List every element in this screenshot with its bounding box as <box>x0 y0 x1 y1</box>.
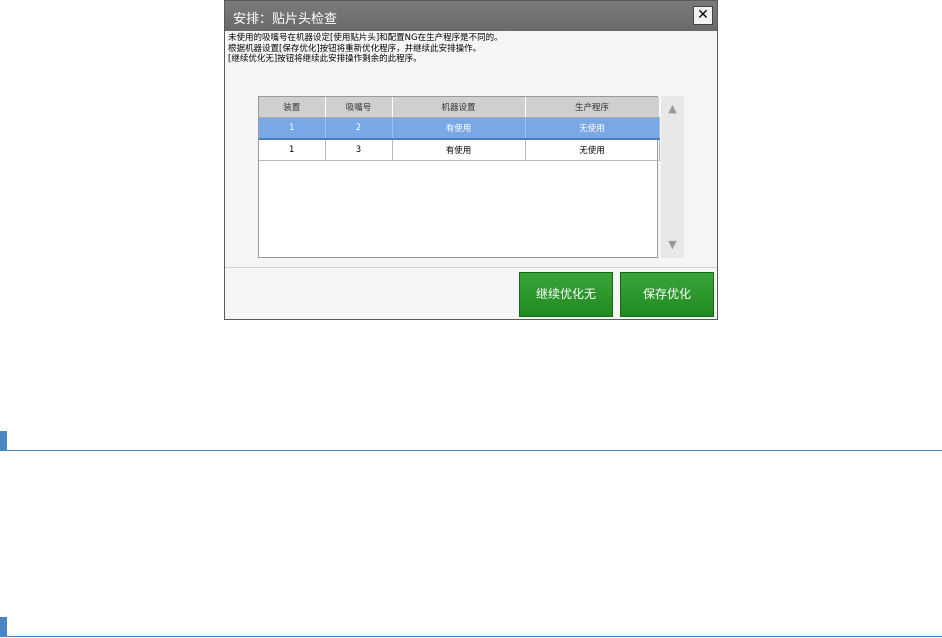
section-divider <box>0 431 942 451</box>
table-scrollbar[interactable]: ▲ ▼ <box>661 96 684 258</box>
title-bar: 安排：贴片头检查 ✕ <box>225 1 717 31</box>
cell-nozzle: 2 <box>325 117 393 140</box>
divider-line <box>0 450 942 451</box>
cell-production-program: 无使用 <box>525 139 660 161</box>
divider-line <box>0 636 942 637</box>
section-marker <box>0 431 7 451</box>
column-header-nozzle[interactable]: 吸嘴号 <box>325 97 393 118</box>
dialog-footer: 继续优化无 保存优化 <box>225 267 717 321</box>
pickup-head-check-dialog: 安排：贴片头检查 ✕ 未使用的吸嘴号在机器设定[使用贴片头]和配置NG在生产程序… <box>224 0 718 320</box>
arrow-up-icon: ▲ <box>668 102 677 115</box>
column-header-production-program[interactable]: 生产程序 <box>525 97 660 118</box>
column-header-machine-setting[interactable]: 机器设置 <box>392 97 526 118</box>
close-icon: ✕ <box>697 7 709 23</box>
table-header-row: 装置 吸嘴号 机器设置 生产程序 <box>259 97 660 118</box>
continue-without-optimize-button[interactable]: 继续优化无 <box>519 272 613 317</box>
cell-production-program: 无使用 <box>525 117 660 140</box>
message-text: 未使用的吸嘴号在机器设定[使用贴片头]和配置NG在生产程序是不同的。 根据机器设… <box>228 33 503 65</box>
scroll-down-button[interactable]: ▼ <box>661 234 684 256</box>
close-button[interactable]: ✕ <box>693 6 713 25</box>
cell-device: 1 <box>259 139 326 161</box>
table-row[interactable]: 1 3 有使用 无使用 <box>259 139 660 161</box>
dialog-title: 安排：贴片头检查 <box>233 12 338 27</box>
table-row[interactable]: 1 2 有使用 无使用 <box>259 117 660 140</box>
section-divider <box>0 617 942 637</box>
save-optimize-button[interactable]: 保存优化 <box>620 272 714 317</box>
message-line: 未使用的吸嘴号在机器设定[使用贴片头]和配置NG在生产程序是不同的。 <box>228 33 503 43</box>
scroll-up-button[interactable]: ▲ <box>661 98 684 120</box>
cell-nozzle: 3 <box>325 139 393 161</box>
column-header-device[interactable]: 装置 <box>259 97 326 118</box>
arrow-down-icon: ▼ <box>668 238 677 251</box>
cell-machine-setting: 有使用 <box>392 139 526 161</box>
nozzle-table: 装置 吸嘴号 机器设置 生产程序 1 2 有使用 无使用 1 3 有使用 无使用 <box>258 96 660 258</box>
cell-device: 1 <box>259 117 326 140</box>
message-line: 根据机器设置[保存优化]按钮将重新优化程序，并继续此安排操作。 <box>228 43 482 54</box>
cell-machine-setting: 有使用 <box>392 117 526 140</box>
section-marker <box>0 617 7 637</box>
message-line: [继续优化无]按钮将继续此安排操作剩余的此程序。 <box>228 54 422 64</box>
